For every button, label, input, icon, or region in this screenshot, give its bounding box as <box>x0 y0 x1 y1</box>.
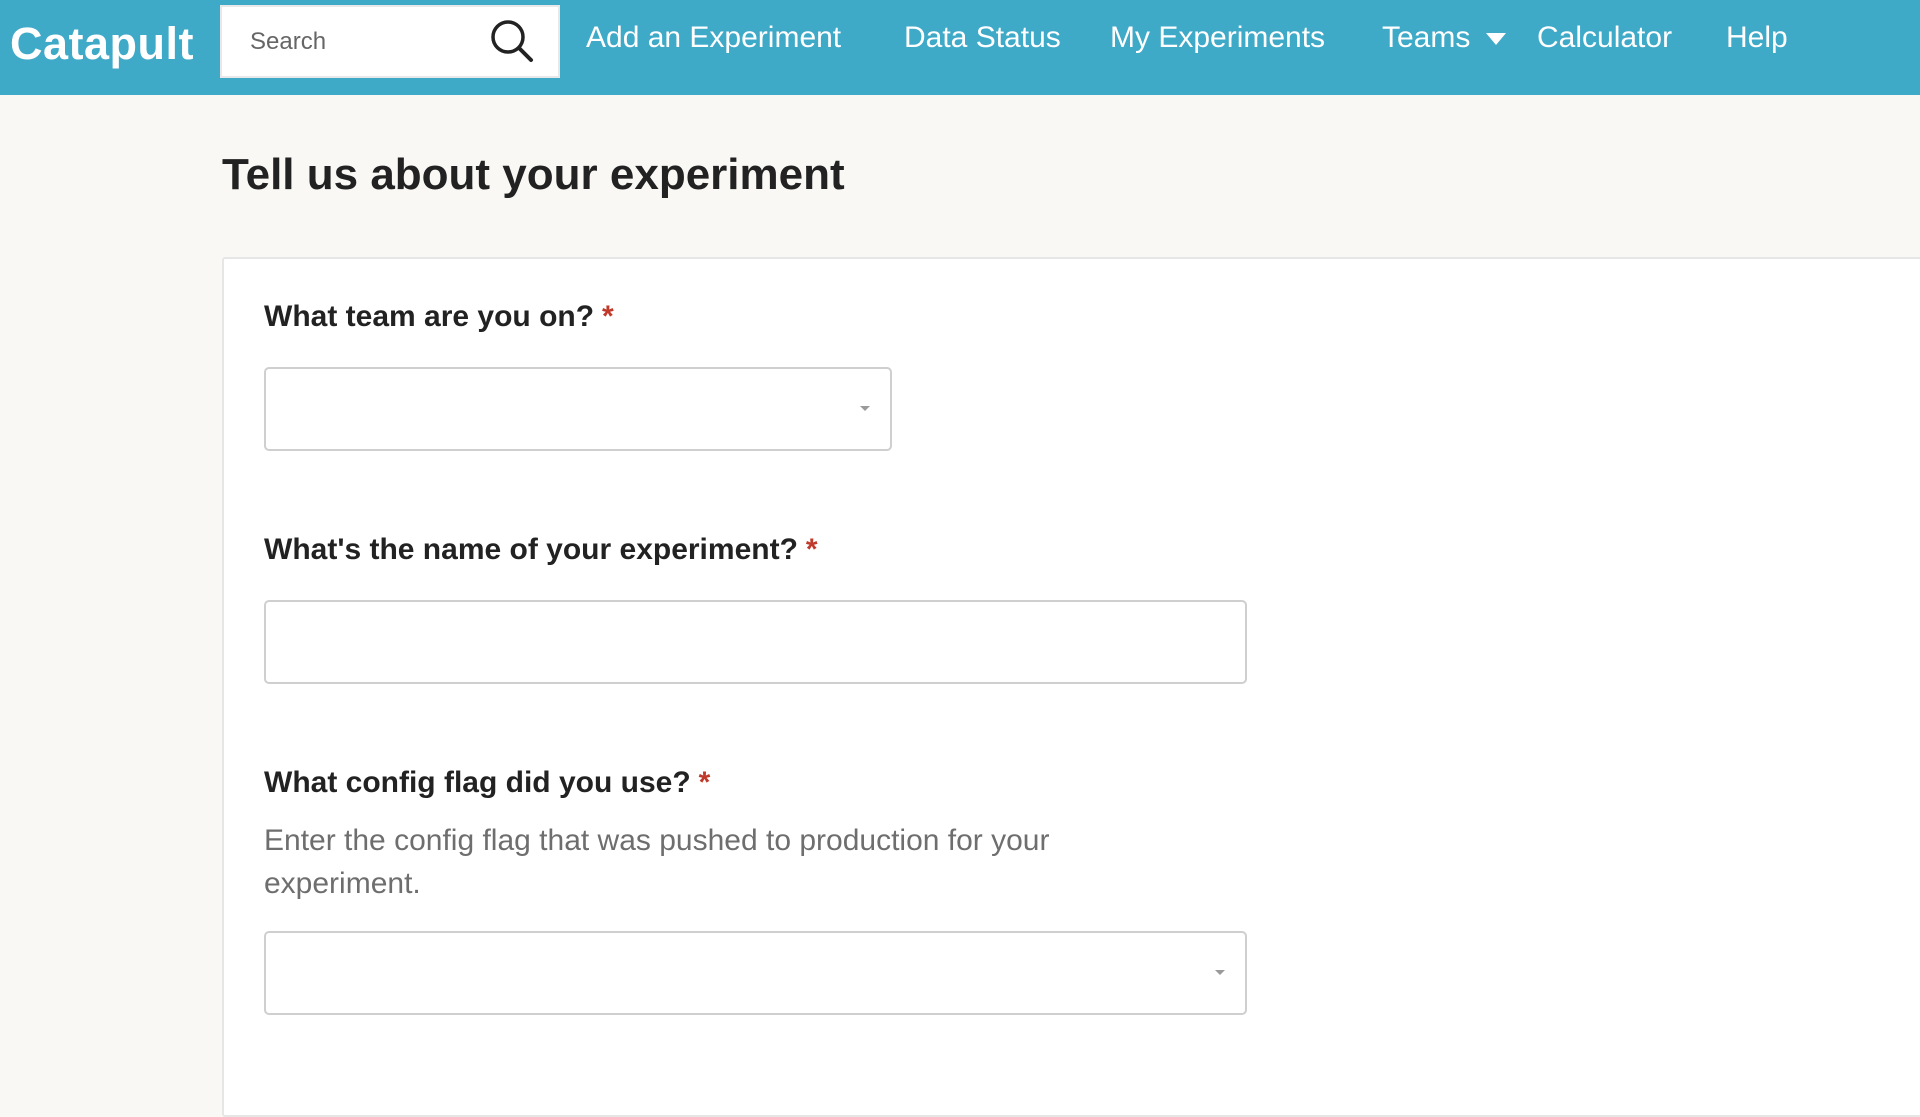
experiment-name-field <box>264 600 1247 684</box>
config-flag-helper-text: Enter the config flag that was pushed to… <box>264 824 1050 900</box>
nav-my-experiments[interactable]: My Experiments <box>1110 0 1325 75</box>
required-marker: * <box>805 533 818 566</box>
nav-teams-dropdown[interactable]: Teams <box>1382 0 1507 75</box>
experiment-name-question-label: What's the name of your experiment? * <box>264 533 818 567</box>
experiment-name-question-text: What's the name of your experiment? <box>264 533 798 566</box>
required-marker: * <box>698 766 711 799</box>
caret-down-icon <box>860 406 870 411</box>
config-flag-question-label: What config flag did you use? * <box>264 766 710 800</box>
team-question-text: What team are you on? <box>264 300 595 333</box>
search-button[interactable] <box>484 15 540 71</box>
chevron-down-icon <box>1486 31 1507 45</box>
nav-help[interactable]: Help <box>1726 0 1788 75</box>
caret-down-icon <box>1215 970 1225 975</box>
config-flag-select[interactable] <box>264 931 1247 1015</box>
nav-teams-label: Teams <box>1382 20 1471 54</box>
search-box <box>220 5 560 78</box>
nav-data-status[interactable]: Data Status <box>904 0 1061 75</box>
nav-calculator[interactable]: Calculator <box>1537 0 1672 75</box>
experiment-name-input[interactable] <box>266 602 1245 682</box>
team-select[interactable] <box>264 367 892 451</box>
top-navigation-bar: Catapult Add an Experiment Data Status M… <box>0 0 1920 95</box>
nav-add-experiment[interactable]: Add an Experiment <box>586 0 841 75</box>
required-marker: * <box>602 300 614 333</box>
page-title: Tell us about your experiment <box>222 150 845 199</box>
app-logo[interactable]: Catapult <box>10 18 194 70</box>
config-flag-question-text: What config flag did you use? <box>264 766 691 799</box>
search-input[interactable] <box>250 7 480 76</box>
team-question-label: What team are you on? * <box>264 300 614 334</box>
search-icon <box>487 16 537 71</box>
